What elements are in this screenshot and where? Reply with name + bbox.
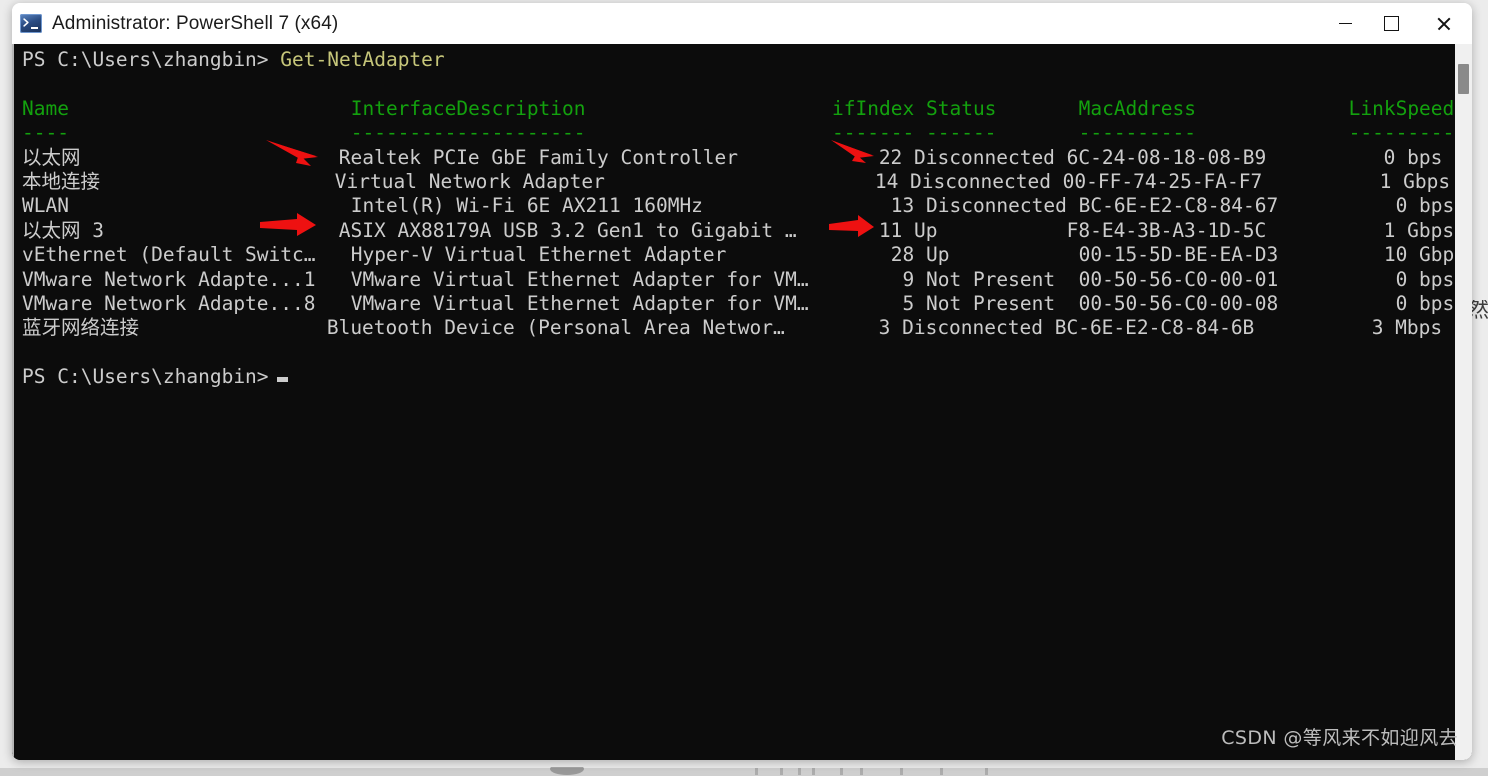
minimize-button[interactable]: [1322, 3, 1368, 44]
window-title: Administrator: PowerShell 7 (x64): [52, 12, 339, 34]
table-row: 本地连接 Virtual Network Adapter 14 Disconne…: [22, 170, 1451, 194]
title-bar[interactable]: Administrator: PowerShell 7 (x64): [12, 3, 1472, 44]
table-row: 以太网 Realtek PCIe GbE Family Controller 2…: [22, 145, 1443, 169]
table-row: 蓝牙网络连接 Bluetooth Device (Personal Area N…: [22, 316, 1443, 340]
terminal-output[interactable]: PS C:\Users\zhangbin> Get-NetAdapter Nam…: [12, 44, 1455, 760]
terminal-text: PS C:\Users\zhangbin> Get-NetAdapter Nam…: [22, 48, 1455, 390]
window-controls: [1322, 3, 1472, 44]
blank-line-2: [22, 341, 34, 364]
console-area: PS C:\Users\zhangbin> Get-NetAdapter Nam…: [12, 44, 1472, 760]
final-prompt: PS C:\Users\zhangbin>: [22, 365, 269, 389]
taskbar-ghost-icons: [540, 767, 1010, 776]
powershell-window: Administrator: PowerShell 7 (x64) PS C:\…: [12, 3, 1472, 760]
scrollbar-thumb[interactable]: [1458, 64, 1469, 94]
vertical-scrollbar[interactable]: [1455, 44, 1472, 760]
screen-root: 然 Administrator: PowerShell 7 (x64) PS C…: [0, 0, 1488, 776]
table-row: VMware Network Adapte...8 VMware Virtual…: [22, 292, 1455, 316]
blank-line-1: [22, 72, 34, 95]
table-row: 以太网 3 ASIX AX88179A USB 3.2 Gen1 to Giga…: [22, 218, 1455, 242]
maximize-icon: [1383, 16, 1399, 31]
powershell-icon: [20, 14, 42, 33]
table-row: VMware Network Adapte...1 VMware Virtual…: [22, 267, 1455, 291]
table-header-row: Name InterfaceDescription ifIndex Status…: [22, 96, 1455, 120]
close-button[interactable]: [1414, 3, 1472, 44]
watermark-text: CSDN @等风来不如迎风去: [1221, 727, 1458, 749]
minimize-icon: [1338, 22, 1352, 25]
maximize-button[interactable]: [1368, 3, 1414, 44]
table-rule-row: ---- -------------------- ------- ------…: [22, 121, 1455, 145]
prompt-line-command: Get-NetAdapter: [280, 48, 445, 71]
text-cursor: [276, 377, 288, 383]
table-row: vEthernet (Default Switc… Hyper-V Virtua…: [22, 243, 1455, 267]
prompt-line-path: PS C:\Users\zhangbin>: [22, 48, 269, 71]
table-row: WLAN Intel(R) Wi-Fi 6E AX211 160MHz 13 D…: [22, 194, 1455, 218]
close-icon: [1436, 16, 1451, 31]
